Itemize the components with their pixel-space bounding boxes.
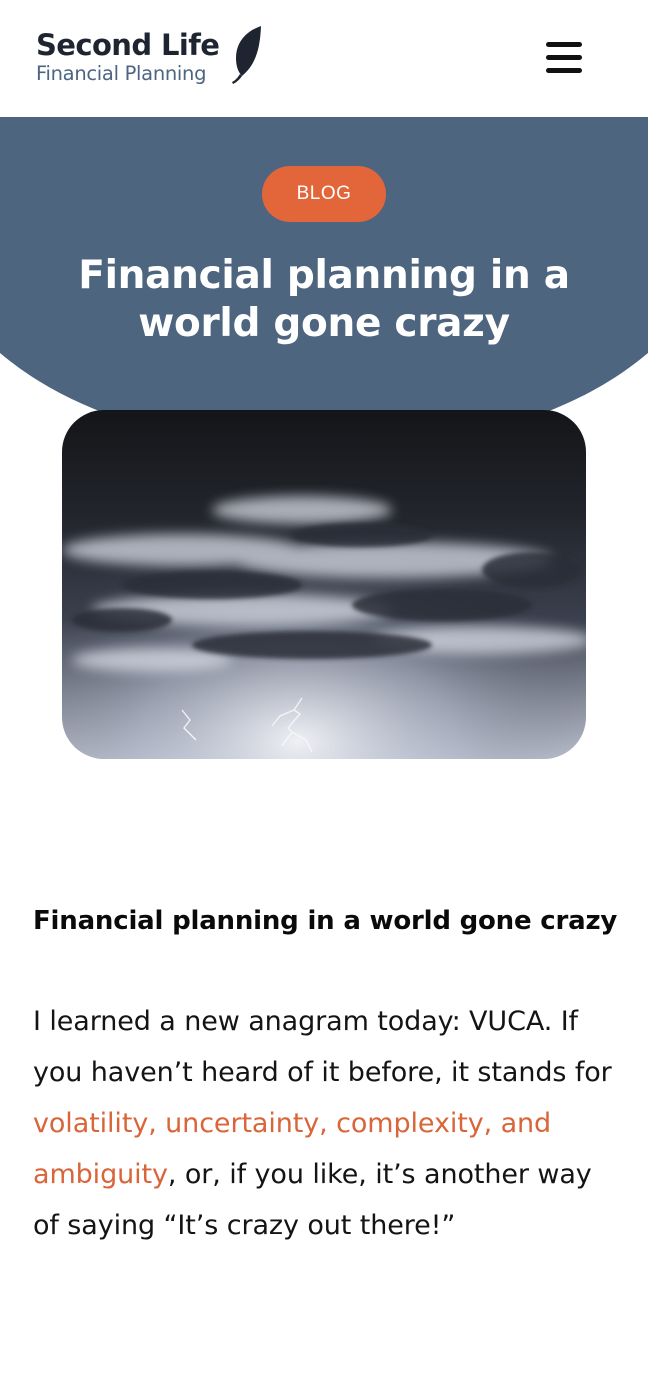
site-header: Second Life Financial Planning [0, 0, 648, 117]
hamburger-menu-icon [546, 42, 582, 47]
menu-button[interactable] [540, 38, 588, 78]
leaf-icon [232, 26, 261, 84]
featured-image [62, 410, 586, 759]
article: Financial planning in a world gone crazy… [33, 896, 623, 1251]
page-title: Financial planning in a world gone crazy [78, 253, 570, 346]
paragraph-text-start: I learned a new anagram today: VUCA. If … [33, 1006, 612, 1088]
stormy-clouds-image [62, 410, 586, 759]
logo-name: Second Life [36, 28, 220, 62]
logo-tagline: Financial Planning [36, 62, 207, 85]
blog-category-badge[interactable]: BLOG [262, 166, 386, 222]
article-heading: Financial planning in a world gone crazy [33, 906, 618, 936]
article-paragraph: I learned a new anagram today: VUCA. If … [33, 996, 623, 1251]
